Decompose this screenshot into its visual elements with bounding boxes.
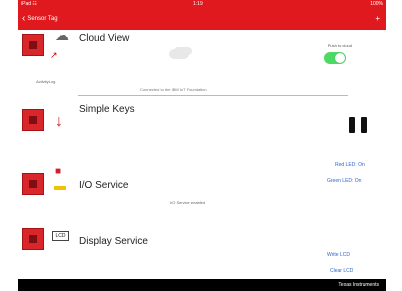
down-arrow-icon: ↓ (55, 113, 63, 130)
chevron-left-icon: ‹ (22, 13, 26, 24)
status-time: 1:19 (193, 1, 203, 7)
sensor-image (22, 228, 44, 250)
write-lcd-link[interactable]: Write LCD (327, 252, 350, 258)
back-button[interactable]: ‹ Sensor Tag (22, 12, 58, 26)
toggle-knob (335, 53, 345, 63)
display-badge-icon: LCD (52, 231, 69, 241)
status-left: iPad ☷ (21, 1, 37, 7)
brand-label: Texas Instruments (338, 282, 379, 288)
sensor-image (22, 173, 44, 195)
status-bar: iPad ☷ 1:19 100% (18, 0, 386, 8)
clear-lcd-link[interactable]: Clear LCD (330, 268, 353, 274)
footer-bar: Texas Instruments (18, 279, 386, 291)
section-title-display-service: Display Service (79, 236, 148, 247)
io-status-text: I/O Service enabled (170, 200, 206, 205)
cloud-toggle[interactable] (324, 52, 346, 64)
section-title-cloud-view: Cloud View (79, 33, 130, 44)
app-screen: iPad ☷ 1:19 100% ‹ Sensor Tag + Cloud Vi… (18, 0, 386, 291)
right-key: R (361, 117, 372, 133)
navigation-bar: ‹ Sensor Tag + (18, 8, 386, 30)
status-battery: 100% (370, 1, 383, 7)
cloud-badge-icon: ☁ (55, 27, 69, 43)
keys-indicator: L R (349, 117, 372, 133)
io-base-icon (54, 186, 66, 190)
green-led-link[interactable]: Green LED: On (327, 178, 361, 184)
cloud-status-text: Connected to the IBM IoT Foundation (140, 87, 207, 92)
back-label: Sensor Tag (27, 16, 58, 22)
right-key-label: R (368, 122, 372, 128)
cloud-icon (169, 49, 189, 59)
red-led-link[interactable]: Red LED: On (335, 162, 365, 168)
section-title-io-service: I/O Service (79, 180, 129, 191)
sensor-image (22, 109, 44, 131)
arrow-icon: ↗ (50, 50, 58, 60)
left-bezel (0, 0, 18, 291)
section-divider (78, 95, 348, 96)
sensor-image (22, 34, 44, 56)
cloud-caption: ActivityLog (36, 79, 56, 84)
left-key: L (349, 117, 359, 133)
toggle-label: Push to cloud (327, 43, 352, 48)
io-badge-icon: ■ (55, 166, 62, 177)
right-bezel (386, 0, 402, 291)
add-button[interactable]: + (375, 12, 380, 26)
section-title-simple-keys: Simple Keys (79, 104, 135, 115)
